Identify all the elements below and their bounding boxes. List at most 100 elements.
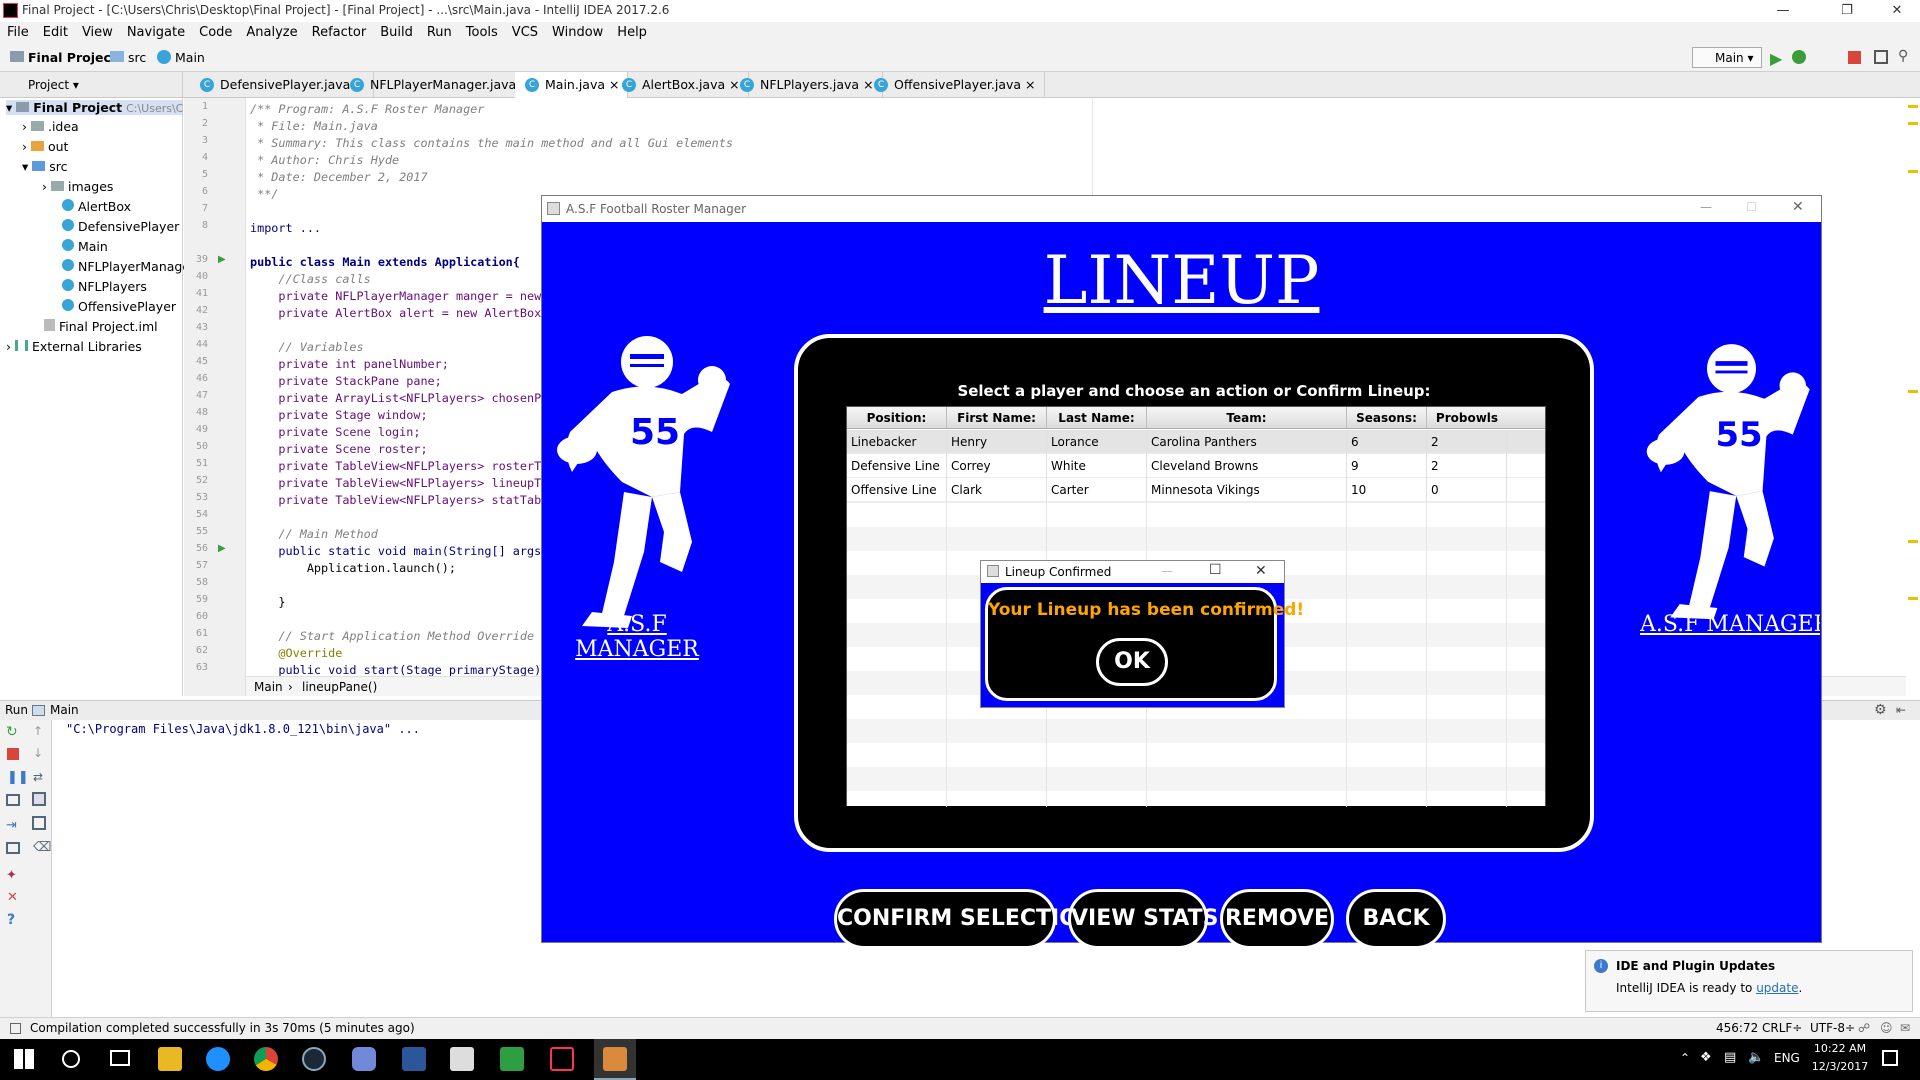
- minimize-icon[interactable]: —: [1161, 564, 1173, 578]
- tree-item-alertbox[interactable]: AlertBox: [62, 199, 131, 214]
- java-icon[interactable]: [603, 1047, 627, 1071]
- windows-start-icon[interactable]: [14, 1049, 34, 1069]
- exit-icon[interactable]: ⇥: [6, 818, 17, 833]
- run-tab-main[interactable]: Main: [50, 703, 79, 717]
- clock-time[interactable]: 10:22 AM: [1810, 1042, 1870, 1055]
- chrome-icon[interactable]: [254, 1047, 278, 1071]
- menu-navigate[interactable]: Navigate: [120, 22, 192, 43]
- run-icon[interactable]: ▶: [1770, 49, 1782, 68]
- tree-item-images[interactable]: › images: [42, 179, 113, 194]
- error-stripe[interactable]: [1906, 100, 1918, 670]
- language-indicator[interactable]: ENG: [1774, 1051, 1800, 1065]
- menu-edit[interactable]: Edit: [36, 22, 75, 43]
- tree-item-main[interactable]: Main: [62, 239, 108, 254]
- tree-item-out[interactable]: › out: [22, 139, 68, 154]
- lock-icon[interactable]: ☍: [1858, 1021, 1870, 1035]
- menu-help[interactable]: Help: [610, 22, 654, 43]
- table-row[interactable]: Defensive Line Correy White Cleveland Br…: [847, 454, 1545, 478]
- menu-build[interactable]: Build: [373, 22, 420, 43]
- tree-item-iml[interactable]: Final Project.iml: [44, 319, 158, 334]
- column-header-position[interactable]: Position:: [847, 407, 947, 429]
- maximize-icon[interactable]: ❐: [1824, 0, 1870, 22]
- update-notification[interactable]: i IDE and Plugin Updates IntelliJ IDEA i…: [1585, 950, 1913, 1012]
- close-icon[interactable]: ✕: [1255, 563, 1267, 579]
- menu-tools[interactable]: Tools: [459, 22, 505, 43]
- volume-icon[interactable]: 🔈: [1748, 1050, 1764, 1065]
- down-icon[interactable]: ↓: [33, 746, 43, 760]
- back-button[interactable]: BACK: [1346, 889, 1446, 949]
- network-icon[interactable]: ▤: [1724, 1050, 1736, 1065]
- scroll-end-icon[interactable]: [32, 792, 46, 806]
- menu-vcs[interactable]: VCS: [505, 22, 545, 43]
- app-icon[interactable]: [450, 1047, 474, 1071]
- run-config-select[interactable]: Main ▾: [1692, 47, 1762, 68]
- minimize-icon[interactable]: —: [1700, 200, 1712, 214]
- tree-item-external-libraries[interactable]: › External Libraries: [6, 339, 142, 354]
- tree-item-nflplayermanager[interactable]: NFLPlayerManager: [62, 259, 195, 274]
- close-icon[interactable]: ✕: [1874, 0, 1920, 22]
- tree-item-final-project[interactable]: ▾ Final Project C:\Users\Chr: [6, 100, 195, 115]
- inspector-icon[interactable]: ☺: [1880, 1021, 1893, 1035]
- clock-date[interactable]: 12/3/2017: [1810, 1060, 1870, 1073]
- up-icon[interactable]: ↑: [33, 724, 43, 738]
- search-icon[interactable]: [62, 1050, 80, 1068]
- dump-icon[interactable]: [6, 794, 20, 806]
- column-header-team[interactable]: Team:: [1147, 407, 1347, 429]
- tree-item-idea[interactable]: › .idea: [22, 119, 79, 134]
- stop-icon[interactable]: [7, 748, 19, 760]
- gear-icon[interactable]: ⚙: [1874, 702, 1887, 718]
- view-stats-button[interactable]: VIEW STATS: [1068, 889, 1218, 949]
- debug-icon[interactable]: [1792, 50, 1806, 64]
- action-center-icon[interactable]: [1882, 1050, 1898, 1066]
- confirm-selection-button[interactable]: CONFIRM SELECTION: [834, 889, 1096, 949]
- layout-toggle-icon[interactable]: [10, 1023, 21, 1034]
- steam-icon[interactable]: [302, 1047, 326, 1071]
- column-header-seasons[interactable]: Seasons:: [1347, 407, 1427, 429]
- search-icon[interactable]: ⚲: [1898, 48, 1908, 64]
- wrap-icon[interactable]: ⇄: [33, 770, 43, 784]
- trash-icon[interactable]: ⌫: [33, 840, 51, 855]
- print-icon[interactable]: [32, 816, 46, 830]
- file-explorer-icon[interactable]: [158, 1047, 182, 1071]
- close-icon[interactable]: ✕: [7, 890, 18, 905]
- tab-nflplayermanager[interactable]: CNFLPlayerManager.java ×: [340, 72, 540, 98]
- pin-icon[interactable]: ✦: [6, 868, 17, 883]
- minimize-icon[interactable]: —: [1760, 0, 1806, 22]
- menu-code[interactable]: Code: [192, 22, 239, 43]
- browser-icon[interactable]: [206, 1047, 230, 1071]
- breadcrumb-class[interactable]: Main: [254, 680, 283, 694]
- pause-icon[interactable]: ❚❚: [7, 770, 29, 785]
- tree-item-defensiveplayer[interactable]: DefensivePlayer: [62, 219, 179, 234]
- dropbox-icon[interactable]: ❖: [1700, 1050, 1712, 1065]
- breadcrumb-method[interactable]: lineupPane(): [302, 680, 377, 694]
- tab-alertbox[interactable]: C AlertBox.java ×: [612, 72, 749, 98]
- menu-run[interactable]: Run: [420, 22, 459, 43]
- tree-item-nflplayers[interactable]: NFLPlayers: [62, 279, 147, 294]
- maximize-icon[interactable]: ☐: [1209, 562, 1222, 578]
- tree-item-src[interactable]: ▾ src: [22, 159, 67, 174]
- table-row[interactable]: Linebacker Henry Lorance Carolina Panthe…: [847, 430, 1545, 454]
- tab-nflplayers[interactable]: C NFLPlayers.java ×: [730, 72, 883, 98]
- column-header-last-name[interactable]: Last Name:: [1047, 407, 1147, 429]
- layout-icon[interactable]: [6, 842, 20, 854]
- close-icon[interactable]: ✕: [1792, 199, 1804, 215]
- column-header-probowls[interactable]: Probowls: [1427, 407, 1507, 429]
- update-link[interactable]: update: [1756, 981, 1798, 995]
- hide-icon[interactable]: ⇤: [1896, 703, 1906, 717]
- stop-icon[interactable]: [1848, 51, 1861, 64]
- menu-file[interactable]: File: [0, 22, 36, 43]
- nav-src[interactable]: src: [128, 50, 146, 65]
- project-panel-header[interactable]: Project ▾: [0, 72, 183, 98]
- project-structure-icon[interactable]: [1874, 50, 1888, 64]
- nav-project[interactable]: Final Project: [28, 50, 117, 65]
- discord-icon[interactable]: [352, 1047, 376, 1071]
- table-row[interactable]: Offensive Line Clark Carter Minnesota Vi…: [847, 478, 1545, 502]
- line-separator[interactable]: CRLF÷: [1762, 1021, 1802, 1035]
- word-icon[interactable]: [402, 1047, 426, 1071]
- menu-view[interactable]: View: [75, 22, 120, 43]
- run-gutter-icon[interactable]: ▶: [218, 543, 226, 554]
- column-header-first-name[interactable]: First Name:: [947, 407, 1047, 429]
- intellij-icon[interactable]: [550, 1047, 574, 1071]
- caret-position[interactable]: 456:72: [1716, 1021, 1758, 1035]
- event-log-icon[interactable]: ✉: [1900, 1021, 1910, 1035]
